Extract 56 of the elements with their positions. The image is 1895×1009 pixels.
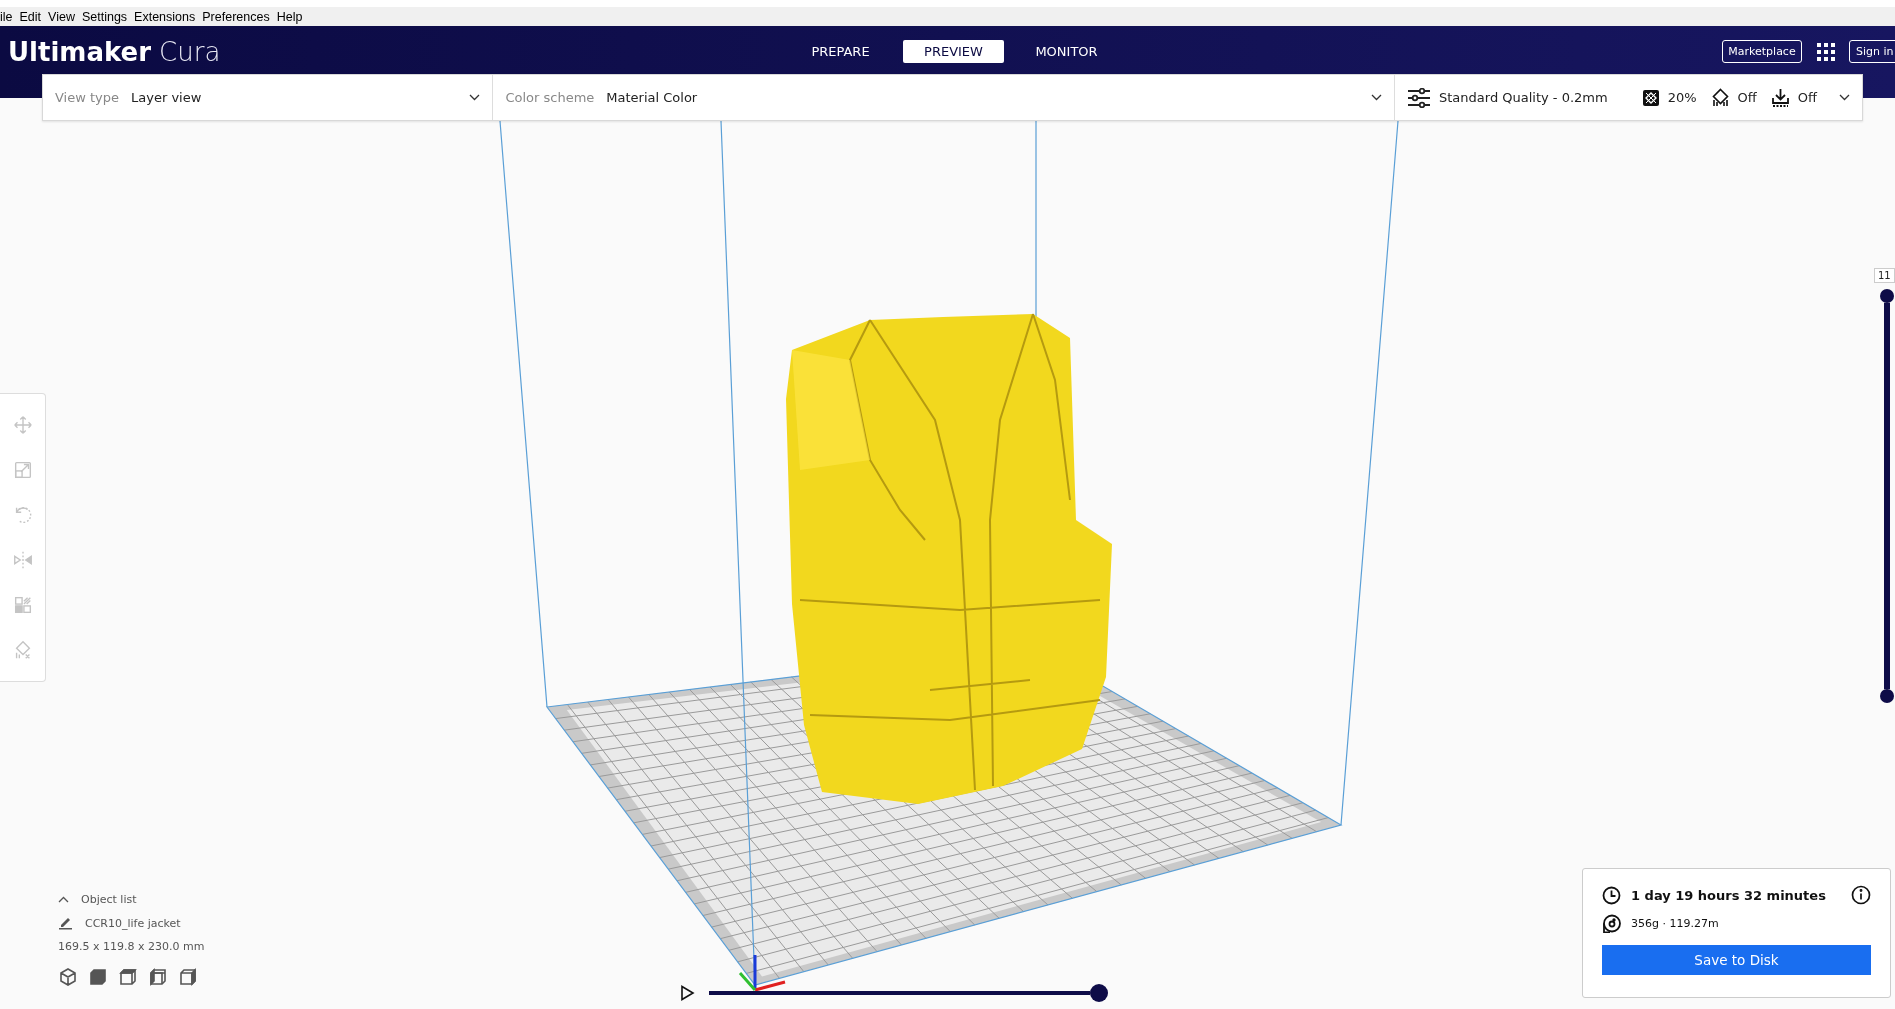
axis-indicator-icon — [738, 955, 786, 992]
layer-slider[interactable] — [1880, 289, 1894, 703]
adhesion-value: Off — [1797, 90, 1817, 105]
field-value: Material Color — [606, 90, 699, 105]
spool-icon — [1602, 914, 1621, 933]
logo-text: Ultimaker — [8, 37, 152, 67]
object-dimensions: 169.5 x 119.8 x 230.0 mm — [58, 940, 205, 953]
menu-item[interactable]: Extensions — [134, 9, 196, 24]
chevron-down-icon[interactable] — [1839, 94, 1850, 101]
slider-handle[interactable] — [1880, 289, 1894, 303]
info-icon[interactable] — [1851, 885, 1871, 905]
stage-tab[interactable]: PREPARE — [790, 40, 891, 63]
profile-name: Standard Quality - 0.2mm — [1439, 90, 1608, 105]
apps-grid-icon[interactable] — [1817, 43, 1835, 61]
print-time: 1 day 19 hours 32 minutes — [1631, 887, 1827, 903]
adhesion-icon — [1770, 88, 1790, 107]
object-list-toggle[interactable]: Object list — [81, 893, 137, 906]
menu-item[interactable]: View — [48, 9, 75, 24]
object-name: CCR10_life jacket — [85, 916, 181, 930]
save-to-disk-button[interactable]: Save to Disk — [1602, 945, 1871, 975]
stage-tab[interactable]: PREVIEW — [903, 40, 1004, 63]
field-label: View type — [55, 90, 120, 105]
menu-item[interactable]: Settings — [81, 9, 128, 24]
dropdown-field[interactable]: Color scheme Material Color — [493, 75, 1395, 120]
settings-sliders-icon — [1407, 87, 1431, 108]
menu-item[interactable]: Edit — [19, 9, 42, 24]
support-value: Off — [1737, 90, 1757, 105]
marketplace-button[interactable]: Marketplace — [1722, 40, 1802, 63]
left-view-icon[interactable] — [148, 967, 168, 987]
3d-view-icon[interactable] — [58, 967, 78, 987]
stage-tab[interactable]: MONITOR — [1016, 40, 1117, 63]
front-view-icon[interactable] — [88, 967, 108, 987]
slider-handle[interactable] — [1090, 984, 1108, 1002]
product-name: Cura — [159, 37, 221, 67]
field-label: Color scheme — [505, 90, 595, 105]
menu-item[interactable]: Preferences — [202, 9, 270, 24]
dropdown-field[interactable]: View type Layer view — [43, 75, 494, 120]
right-view-icon[interactable] — [178, 967, 198, 987]
print-settings-panel[interactable]: Standard Quality - 0.2mm 20% Off Off — [1395, 75, 1862, 120]
top-view-icon[interactable] — [118, 967, 138, 987]
layer-number[interactable]: 11 — [1874, 268, 1895, 283]
chevron-up-icon[interactable] — [58, 896, 69, 903]
menu-item[interactable]: ile — [0, 9, 13, 24]
material-estimate: 356g · 119.27m — [1631, 917, 1719, 930]
clock-icon — [1602, 885, 1621, 905]
menu-item[interactable]: Help — [276, 9, 303, 24]
chevron-down-icon[interactable] — [469, 94, 481, 101]
infill-icon — [1641, 88, 1660, 107]
infill-value: 20% — [1667, 90, 1697, 105]
slider-handle[interactable] — [1880, 689, 1894, 703]
chevron-down-icon[interactable] — [1371, 94, 1382, 101]
sign-in-button[interactable]: Sign in — [1849, 40, 1895, 63]
field-value: Layer view — [131, 90, 203, 105]
edit-pencil-icon[interactable] — [58, 916, 73, 930]
play-icon[interactable] — [680, 985, 695, 1001]
support-icon — [1710, 88, 1730, 107]
